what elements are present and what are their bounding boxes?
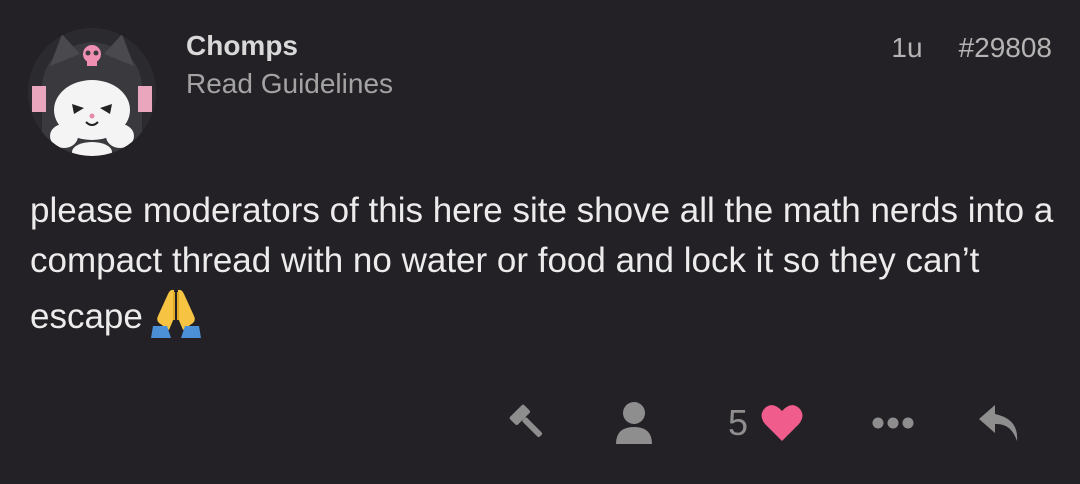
post-number[interactable]: #29808 [959, 30, 1052, 66]
gavel-icon [509, 404, 543, 438]
user-title: Read Guidelines [186, 68, 394, 99]
post-age[interactable]: 1u [891, 30, 922, 66]
kuromi-avatar-image [28, 28, 156, 156]
folded-hands-emoji [149, 286, 203, 352]
user-icon [616, 402, 652, 444]
more-options-button[interactable] [868, 398, 918, 448]
flag-button[interactable] [502, 398, 554, 448]
username[interactable]: Chomps [186, 28, 298, 64]
reply-button[interactable] [974, 398, 1026, 448]
post-meta: 1u #29808 [891, 30, 1052, 66]
like-count: 5 [727, 402, 749, 443]
user-info-button[interactable] [608, 398, 660, 448]
post-body: please moderators of this here site shov… [30, 186, 1060, 352]
forum-post: Chomps Read Guidelines 1u #29808 please … [0, 0, 1080, 484]
like-button[interactable]: 5 [716, 398, 816, 448]
heart-icon [761, 405, 803, 441]
reply-icon [979, 405, 1018, 441]
avatar[interactable] [28, 28, 156, 156]
ellipsis-icon [872, 417, 914, 429]
post-actions: 5 [0, 398, 1080, 448]
